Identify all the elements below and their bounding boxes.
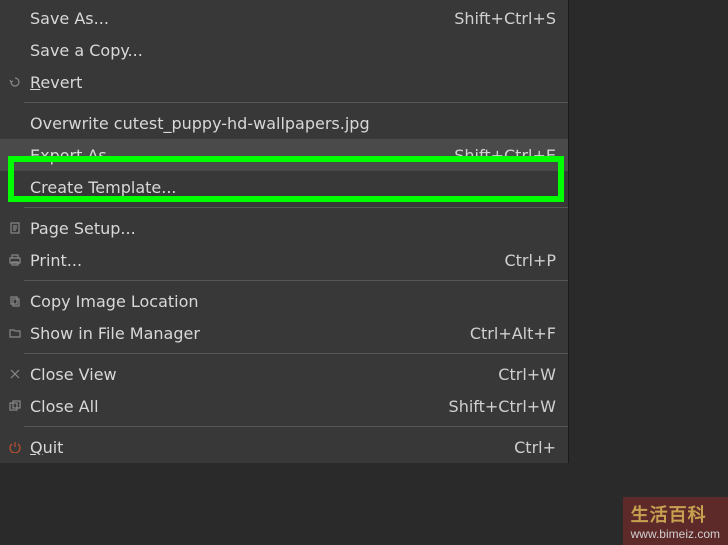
watermark-url: www.bimeiz.com	[631, 527, 720, 541]
menu-shortcut: Shift+Ctrl+S	[442, 9, 556, 28]
watermark: 生活百科 www.bimeiz.com	[623, 497, 728, 545]
menu-label: Save As...	[24, 9, 442, 28]
copy-icon	[6, 295, 24, 307]
menu-item-print[interactable]: Print... Ctrl+P	[0, 244, 568, 276]
menu-shortcut: Shift+Ctrl+E	[442, 146, 556, 165]
menu-shortcut: Ctrl+W	[486, 365, 556, 384]
revert-icon	[6, 76, 24, 88]
file-menu: Save As... Shift+Ctrl+S Save a Copy... R…	[0, 0, 569, 463]
menu-shortcut: Shift+Ctrl+W	[437, 397, 556, 416]
menu-label: Show in File Manager	[24, 324, 458, 343]
menu-shortcut: Ctrl+	[502, 438, 556, 457]
menu-shortcut: Ctrl+Alt+F	[458, 324, 556, 343]
menu-label: Revert	[24, 73, 556, 92]
menu-item-revert[interactable]: Revert	[0, 66, 568, 98]
menu-item-export-as[interactable]: Export As... Shift+Ctrl+E	[0, 139, 568, 171]
menu-label: Print...	[24, 251, 492, 270]
menu-item-close-view[interactable]: Close View Ctrl+W	[0, 358, 568, 390]
menu-label: Save a Copy...	[24, 41, 556, 60]
print-icon	[6, 254, 24, 266]
menu-item-save-copy[interactable]: Save a Copy...	[0, 34, 568, 66]
menu-label: Overwrite cutest_puppy-hd-wallpapers.jpg	[24, 114, 556, 133]
watermark-text: 生活百科	[631, 505, 707, 525]
menu-separator	[24, 426, 568, 427]
menu-item-quit[interactable]: Quit Ctrl+	[0, 431, 568, 463]
menu-separator	[24, 207, 568, 208]
menu-item-overwrite[interactable]: Overwrite cutest_puppy-hd-wallpapers.jpg	[0, 107, 568, 139]
folder-icon	[6, 327, 24, 339]
app-background	[570, 0, 728, 545]
close-all-icon	[6, 400, 24, 412]
menu-label: Close View	[24, 365, 486, 384]
menu-label: Page Setup...	[24, 219, 556, 238]
menu-shortcut: Ctrl+P	[492, 251, 556, 270]
menu-item-close-all[interactable]: Close All Shift+Ctrl+W	[0, 390, 568, 422]
menu-label: Close All	[24, 397, 437, 416]
menu-item-page-setup[interactable]: Page Setup...	[0, 212, 568, 244]
menu-item-show-in-file-manager[interactable]: Show in File Manager Ctrl+Alt+F	[0, 317, 568, 349]
menu-label: Quit	[24, 438, 502, 457]
menu-label: Export As...	[24, 146, 442, 165]
menu-item-create-template[interactable]: Create Template...	[0, 171, 568, 203]
page-setup-icon	[6, 222, 24, 234]
menu-separator	[24, 102, 568, 103]
menu-separator	[24, 280, 568, 281]
menu-item-save-as[interactable]: Save As... Shift+Ctrl+S	[0, 2, 568, 34]
quit-icon	[6, 441, 24, 453]
menu-label: Copy Image Location	[24, 292, 556, 311]
close-icon	[6, 368, 24, 380]
menu-item-copy-location[interactable]: Copy Image Location	[0, 285, 568, 317]
menu-separator	[24, 353, 568, 354]
menu-label: Create Template...	[24, 178, 556, 197]
